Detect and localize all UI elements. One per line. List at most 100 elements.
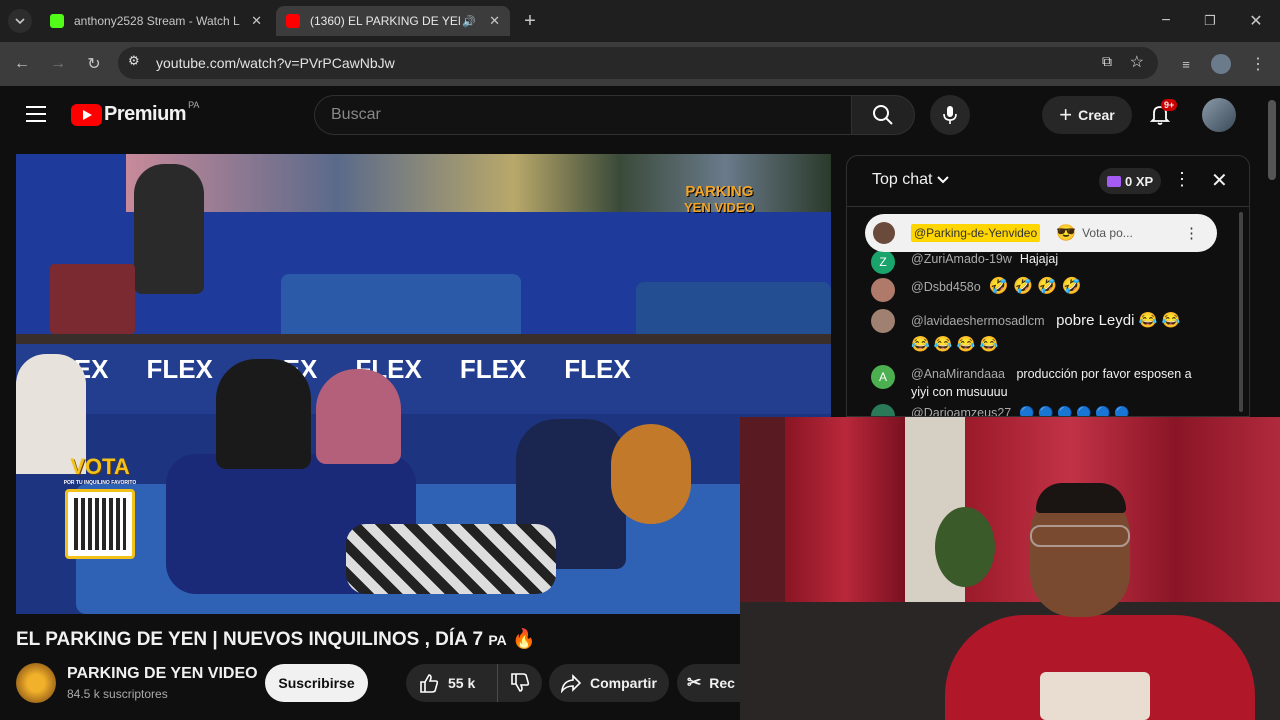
luggage bbox=[50, 264, 135, 334]
chat-divider bbox=[847, 206, 1249, 207]
chat-message[interactable]: Z @ZuriAmado-19w Hajajaj bbox=[871, 250, 1058, 274]
vota-text: VOTA bbox=[70, 454, 130, 479]
chat-message[interactable]: @lavidaeshermosadlcm pobre Leydi 😂 😂 😂 😂… bbox=[871, 309, 1211, 357]
window-close-icon[interactable]: ✕ bbox=[1244, 9, 1268, 33]
like-count: 55 k bbox=[448, 675, 476, 691]
restore-icon[interactable]: ❐ bbox=[1198, 9, 1222, 33]
tab-title: (1360) EL PARKING DE YEN bbox=[310, 14, 460, 28]
browser-tab-bar: anthony2528 Stream - Watch L ✕ (1360) EL… bbox=[0, 0, 1280, 42]
account-avatar[interactable] bbox=[1202, 98, 1236, 132]
reload-icon[interactable]: ↻ bbox=[82, 52, 106, 76]
site-settings-icon[interactable]: ⚙ bbox=[128, 53, 140, 69]
chat-message[interactable]: A @AnaMirandaaa producción por favor esp… bbox=[871, 365, 1211, 401]
chat-message[interactable]: @Darioamzeus27 🔵 🔵 🔵 🔵 🔵 🔵 bbox=[871, 404, 1130, 417]
tab-search-icon[interactable] bbox=[8, 9, 32, 33]
cast-icon[interactable]: ≡ bbox=[1174, 52, 1198, 76]
parking-yen-overlay-logo: PARKING YEN VIDEO bbox=[684, 184, 755, 216]
pinned-message[interactable]: @Parking-de-Yenvideo 😎 Vota po... ⋮ bbox=[865, 214, 1217, 252]
youtube-favicon-icon bbox=[286, 14, 300, 28]
address-bar[interactable]: ⚙ youtube.com/watch?v=PVrPCawNbJw ⧉ ☆ bbox=[118, 47, 1158, 79]
chat-more-icon[interactable]: ⋮ bbox=[1173, 169, 1191, 190]
subscriber-count: 84.5 k suscriptores bbox=[67, 687, 168, 701]
video-title: EL PARKING DE YEN | NUEVOS INQUILINOS , … bbox=[16, 627, 536, 651]
overlay-yen-text: YEN VIDEO bbox=[684, 200, 755, 215]
flex-logo-text: FLEX bbox=[146, 354, 213, 384]
youtube-logo[interactable]: Premium PA bbox=[71, 100, 199, 126]
xp-chip[interactable]: 0 XP bbox=[1099, 168, 1162, 194]
subscribe-button[interactable]: Suscribirse bbox=[265, 664, 368, 702]
microphone-icon bbox=[943, 106, 957, 124]
chat-text: 🔵 🔵 🔵 🔵 🔵 🔵 bbox=[1019, 406, 1130, 417]
browser-tab-kick[interactable]: anthony2528 Stream - Watch L ✕ bbox=[40, 6, 272, 36]
channel-name[interactable]: PARKING DE YEN VIDEO bbox=[67, 665, 258, 683]
clip-button[interactable]: ✂ Rec bbox=[677, 664, 740, 702]
xp-label: 0 XP bbox=[1125, 173, 1154, 189]
plant bbox=[935, 507, 995, 587]
search-input[interactable]: Buscar bbox=[314, 95, 852, 135]
channel-avatar[interactable] bbox=[16, 663, 56, 703]
audio-playing-icon[interactable]: 🔊 bbox=[462, 15, 476, 28]
bookmark-star-icon[interactable]: ☆ bbox=[1130, 52, 1144, 72]
plus-icon: + bbox=[1059, 102, 1073, 127]
close-tab-icon[interactable]: ✕ bbox=[489, 13, 500, 29]
share-button[interactable]: Compartir bbox=[549, 664, 669, 702]
person-standing bbox=[134, 164, 204, 294]
install-app-icon[interactable]: ⧉ bbox=[1102, 53, 1112, 70]
browser-menu-icon[interactable]: ⋮ bbox=[1246, 52, 1270, 76]
video-title-text: EL PARKING DE YEN | NUEVOS INQUILINOS , … bbox=[16, 629, 484, 650]
live-chat-panel: Top chat 0 XP ⋮ ✕ @Parking-de-Yenvideo 😎… bbox=[846, 155, 1250, 417]
hamburger-menu-icon[interactable] bbox=[26, 106, 46, 122]
chat-message[interactable]: @Dsbd458o 🤣 🤣 🤣 🤣 bbox=[871, 278, 1082, 302]
browser-toolbar: ← → ↻ ⚙ youtube.com/watch?v=PVrPCawNbJw … bbox=[0, 42, 1280, 86]
close-tab-icon[interactable]: ✕ bbox=[251, 13, 262, 29]
vota-overlay: VOTA POR TU INQUILINO FAVORITO bbox=[60, 454, 140, 559]
chat-author: @ZuriAmado-19w bbox=[911, 252, 1012, 266]
voice-search-button[interactable] bbox=[930, 95, 970, 135]
dislike-button[interactable] bbox=[498, 664, 542, 702]
chat-body: @AnaMirandaaa producción por favor espos… bbox=[911, 365, 1201, 401]
share-icon bbox=[560, 674, 582, 693]
premium-logo-text: Premium bbox=[104, 103, 187, 125]
chat-avatar bbox=[871, 404, 895, 416]
glasses-icon bbox=[1030, 525, 1130, 547]
profile-avatar[interactable] bbox=[1211, 54, 1231, 74]
like-dislike-group: 55 k bbox=[406, 664, 542, 702]
create-button[interactable]: + Crear bbox=[1042, 96, 1132, 134]
qr-code-icon bbox=[65, 489, 135, 559]
share-label: Compartir bbox=[590, 675, 657, 691]
video-player[interactable]: PARKING YEN VIDEO FLEX FLEX FLEX FLEX FL… bbox=[16, 154, 831, 614]
chat-mode-dropdown[interactable]: Top chat bbox=[872, 171, 950, 189]
youtube-play-logo-icon bbox=[71, 103, 102, 126]
new-tab-icon[interactable]: + bbox=[518, 9, 542, 33]
chat-avatar bbox=[871, 278, 895, 302]
pinned-avatar bbox=[873, 222, 895, 244]
kick-favicon-icon bbox=[50, 14, 64, 28]
fire-emoji-icon: 🔥 bbox=[512, 629, 536, 650]
chat-author: @lavidaeshermosadlcm bbox=[911, 314, 1045, 328]
sunglasses-emoji-icon: 😎 bbox=[1056, 225, 1077, 242]
chat-text: Hajajaj bbox=[1019, 252, 1059, 266]
like-button[interactable]: 55 k bbox=[406, 664, 498, 702]
thumbs-up-icon bbox=[420, 674, 439, 693]
chevron-down-icon bbox=[937, 176, 950, 184]
video-title-suffix: PA bbox=[488, 632, 507, 648]
shirt-print bbox=[1040, 672, 1150, 720]
vota-subtext: POR TU INQUILINO FAVORITO bbox=[63, 480, 137, 486]
pinned-more-icon[interactable]: ⋮ bbox=[1184, 224, 1199, 242]
notifications-button[interactable]: 9+ bbox=[1148, 99, 1178, 128]
chat-author: @Darioamzeus27 bbox=[911, 406, 1012, 417]
back-icon[interactable]: ← bbox=[10, 52, 34, 76]
chat-avatar bbox=[871, 309, 895, 333]
browser-tab-youtube[interactable]: (1360) EL PARKING DE YEN 🔊 ✕ bbox=[276, 6, 510, 36]
chat-close-icon[interactable]: ✕ bbox=[1211, 168, 1228, 193]
url-text: youtube.com/watch?v=PVrPCawNbJw bbox=[156, 55, 395, 71]
xp-crown-icon bbox=[1107, 175, 1121, 187]
minimize-icon[interactable]: − bbox=[1154, 9, 1178, 33]
page-scrollbar[interactable] bbox=[1268, 100, 1276, 180]
chat-body: @lavidaeshermosadlcm pobre Leydi 😂 😂 😂 😂… bbox=[911, 309, 1201, 357]
forward-icon[interactable]: → bbox=[46, 52, 70, 76]
overlay-parking-text: PARKING bbox=[685, 183, 754, 200]
chat-scrollbar[interactable] bbox=[1239, 212, 1243, 412]
search-button[interactable] bbox=[851, 95, 915, 135]
thumbs-down-icon bbox=[511, 673, 530, 692]
